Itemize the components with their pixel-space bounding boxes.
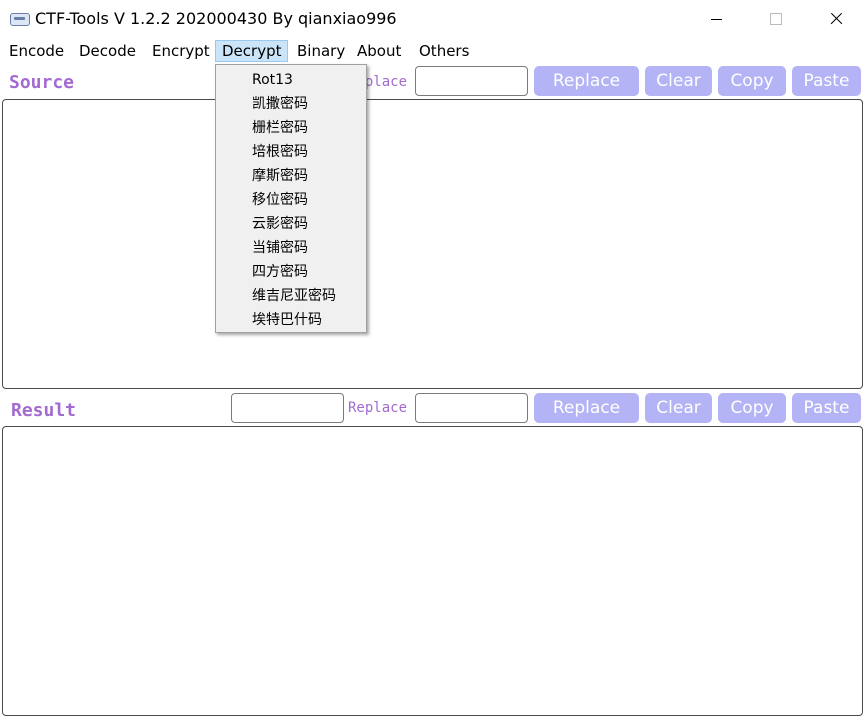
dropdown-item-pawnshop[interactable]: 当铺密码	[252, 236, 308, 260]
dropdown-item-caesar[interactable]: 凯撒密码	[252, 92, 308, 116]
result-clear-button[interactable]: Clear	[645, 393, 712, 423]
decrypt-dropdown-menu: Rot13 凯撒密码 栅栏密码 培根密码 摩斯密码 移位密码 云影密码 当铺密码…	[215, 64, 367, 333]
menu-binary[interactable]: Binary	[291, 40, 351, 62]
app-icon	[10, 13, 30, 26]
menu-decrypt[interactable]: Decrypt	[215, 40, 289, 62]
result-paste-button[interactable]: Paste	[792, 393, 861, 423]
dropdown-item-shift[interactable]: 移位密码	[252, 188, 308, 212]
menu-encrypt[interactable]: Encrypt	[146, 40, 216, 62]
window-title: CTF-Tools V 1.2.2 202000430 By qianxiao9…	[35, 9, 397, 28]
dropdown-item-vigenere[interactable]: 维吉尼亚密码	[252, 284, 336, 308]
result-find-input[interactable]	[231, 393, 344, 423]
dropdown-item-rail-fence[interactable]: 栅栏密码	[252, 116, 308, 140]
menu-others[interactable]: Others	[413, 40, 475, 62]
dropdown-item-rot13[interactable]: Rot13	[252, 68, 293, 92]
result-label: Result	[11, 400, 77, 421]
result-replace-input[interactable]	[415, 393, 528, 423]
source-paste-button[interactable]: Paste	[792, 66, 861, 96]
title-bar: CTF-Tools V 1.2.2 202000430 By qianxiao9…	[0, 0, 866, 38]
menu-decode[interactable]: Decode	[73, 40, 142, 62]
menu-bar: Encode Decode Encrypt Decrypt Binary Abo…	[0, 38, 866, 64]
source-copy-button[interactable]: Copy	[718, 66, 786, 96]
result-replace-label: Replace	[348, 400, 408, 416]
source-replace-button[interactable]: Replace	[534, 66, 639, 96]
result-replace-button[interactable]: Replace	[534, 393, 639, 423]
dropdown-item-atbash[interactable]: 埃特巴什码	[252, 308, 322, 332]
maximize-button[interactable]	[746, 2, 806, 36]
source-textarea[interactable]	[2, 99, 863, 389]
result-textarea[interactable]	[2, 426, 863, 716]
source-replace-input[interactable]	[415, 66, 528, 96]
source-label: Source	[9, 72, 75, 93]
result-copy-button[interactable]: Copy	[718, 393, 786, 423]
close-button[interactable]	[806, 2, 866, 36]
dropdown-item-morse[interactable]: 摩斯密码	[252, 164, 308, 188]
dropdown-item-cloud-shadow[interactable]: 云影密码	[252, 212, 308, 236]
minimize-button[interactable]	[687, 2, 747, 36]
menu-about[interactable]: About	[351, 40, 407, 62]
dropdown-item-bacon[interactable]: 培根密码	[252, 140, 308, 164]
menu-encode[interactable]: Encode	[3, 40, 70, 62]
source-clear-button[interactable]: Clear	[645, 66, 712, 96]
dropdown-item-four-square[interactable]: 四方密码	[252, 260, 308, 284]
